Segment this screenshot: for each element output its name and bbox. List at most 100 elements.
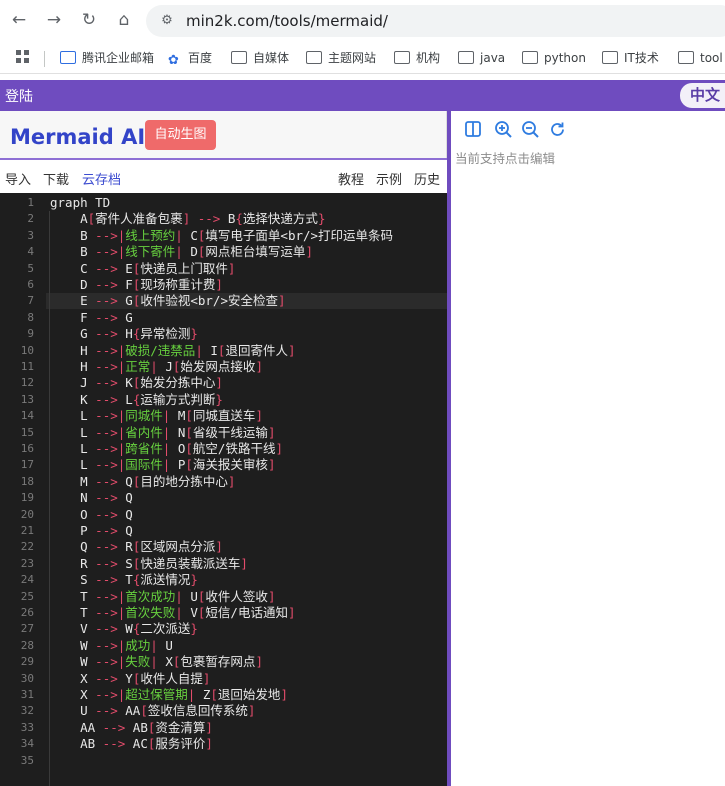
code-token: Q [125, 473, 133, 489]
code-token: N [170, 424, 186, 440]
code-line[interactable]: W -->|失败| X[包裹暂存网点] [50, 654, 263, 670]
code-token: Z [195, 687, 211, 702]
code-line[interactable]: C --> E[快递员上门取件] [50, 261, 235, 277]
menu-download[interactable]: 下载 [43, 169, 69, 188]
code-token: D [50, 277, 88, 292]
bookmark-folder-it[interactable]: IT技术 [602, 49, 659, 67]
code-line[interactable]: K --> L{运输方式判断} [50, 392, 223, 408]
code-line[interactable]: S --> T{派送情况} [50, 572, 198, 588]
code-editor[interactable]: 1 2 3 4 5 6 7 8 9 10 11 12 13 14 15 16 17 18 19 20 21 22 23 24 2… [0, 193, 447, 786]
code-line[interactable]: E --> G[收件验视<br/>安全检查] [50, 293, 285, 309]
forward-icon[interactable]: → [43, 9, 65, 31]
line-number: 31 [20, 688, 34, 701]
code-line[interactable]: P --> Q [50, 523, 133, 539]
code-token: L [50, 441, 88, 456]
back-icon[interactable]: ← [8, 9, 30, 31]
code-line[interactable]: H -->|正常| J[始发网点接收] [50, 359, 263, 375]
code-line[interactable]: V --> W{二次派送} [50, 621, 198, 637]
code-line[interactable]: N --> Q [50, 490, 133, 506]
brand-bar: Mermaid AI 自动生图 [0, 111, 447, 158]
code-token: { [235, 211, 243, 227]
code-line[interactable]: Q --> R[区域网点分派] [50, 539, 223, 555]
menu-examples[interactable]: 示例 [376, 169, 402, 188]
code-token: 线上预约 [125, 227, 176, 243]
bookmark-folder-media[interactable]: 自媒体 [231, 49, 289, 67]
code-token: --> [87, 244, 118, 260]
code-line[interactable]: L -->|省内件| N[省级干线运输] [50, 425, 275, 441]
bookmark-folder-python[interactable]: python [522, 49, 586, 67]
code-token: W [125, 621, 133, 637]
bookmark-tencent-mail[interactable]: 腾讯企业邮箱 [60, 49, 154, 67]
code-line[interactable]: J --> K[始发分拣中心] [50, 375, 223, 391]
menu-cloud-save[interactable]: 云存档 [82, 169, 121, 188]
refresh-icon[interactable] [547, 120, 567, 140]
code-token: ] [247, 703, 256, 719]
code-token: --> [87, 523, 126, 538]
code-line[interactable]: H -->|破损/违禁品| I[退回寄件人] [50, 343, 295, 359]
code-line[interactable]: T -->|首次失败| V[短信/电话通知] [50, 605, 295, 621]
code-line[interactable]: R --> S[快递员装载派送车] [50, 556, 248, 572]
code-line[interactable]: X --> Y[收件人自提] [50, 671, 210, 687]
code-token: 破损/违禁品 [125, 342, 196, 358]
line-number: 23 [20, 556, 34, 570]
reload-icon[interactable]: ↻ [78, 9, 100, 31]
folder-icon [678, 51, 694, 64]
address-bar[interactable]: ⚙ min2k.com/tools/mermaid/ [146, 5, 725, 37]
language-switch[interactable]: 中文 [680, 83, 725, 108]
code-token: 派送情况 [140, 572, 191, 588]
code-line[interactable]: W -->|成功| U [50, 638, 173, 654]
menu-import[interactable]: 导入 [5, 169, 31, 188]
code-token: 资金清算 [155, 719, 206, 735]
code-line[interactable]: G --> H{异常检测} [50, 326, 198, 342]
auto-generate-button[interactable]: 自动生图 [145, 120, 216, 150]
code-line[interactable]: D --> F[现场称重计费] [50, 277, 223, 293]
code-token: --> [87, 637, 118, 653]
code-token: 失败 [125, 654, 151, 670]
home-icon[interactable]: ⌂ [113, 9, 135, 31]
split-view-icon[interactable] [463, 120, 483, 140]
zoom-out-icon[interactable] [520, 120, 540, 140]
code-line[interactable]: X -->|超过保管期| Z[退回始发地] [50, 687, 288, 703]
apps-grid-icon[interactable] [15, 49, 31, 67]
code-line[interactable]: F --> G [50, 310, 133, 326]
code-line[interactable]: AA --> AB[资金清算] [50, 720, 213, 736]
bookmark-folder-org[interactable]: 机构 [394, 49, 440, 67]
code-line[interactable]: M --> Q[目的地分拣中心] [50, 474, 235, 490]
code-line[interactable]: A[寄件人准备包裹] --> B{选择快递方式} [50, 211, 325, 227]
code-line[interactable]: U --> AA[签收信息回传系统] [50, 703, 255, 719]
code-token: --> [87, 457, 118, 473]
menu-tutorial[interactable]: 教程 [338, 169, 364, 188]
line-number: 32 [20, 704, 34, 718]
code-line[interactable]: T -->|首次成功| U[收件人签收] [50, 589, 275, 605]
bookmarks-bar: 腾讯企业邮箱 ✿ 百度 自媒体 主题网站 机构 java python IT技术 … [0, 42, 725, 74]
code-token: 包裹暂存网点 [180, 654, 256, 670]
code-token: ] [202, 670, 211, 686]
site-settings-icon[interactable]: ⚙ [158, 12, 176, 30]
code-line[interactable]: B -->|线上预约| C[填写电子面单<br/>打印运单条码 [50, 228, 393, 244]
url-text[interactable]: min2k.com/tools/mermaid/ [186, 12, 388, 30]
menu-history[interactable]: 历史 [414, 169, 440, 188]
code-token: M [170, 408, 186, 424]
code-token: 始发网点接收 [180, 359, 256, 374]
zoom-in-icon[interactable] [493, 120, 513, 140]
code-line[interactable]: AB --> AC[服务评价] [50, 736, 213, 752]
code-token: ] [227, 473, 236, 489]
code-token: P [170, 457, 186, 473]
code-line[interactable]: L -->|跨省件| O[航空/铁路干线] [50, 441, 283, 457]
code-line[interactable]: B -->|线下寄件| D[网点柜台填写运单] [50, 244, 313, 260]
login-link[interactable]: 登陆 [5, 86, 33, 106]
code-token: H [50, 359, 88, 374]
bookmark-folder-java[interactable]: java [458, 49, 505, 67]
line-number: 9 [27, 327, 34, 341]
bookmark-folder-tool[interactable]: tool [678, 49, 723, 67]
bookmark-folder-themes[interactable]: 主题网站 [306, 49, 376, 67]
baidu-paw-icon: ✿ [168, 53, 179, 68]
code-token: --> [87, 227, 118, 243]
code-line[interactable]: O --> Q [50, 507, 133, 523]
bookmark-baidu[interactable]: ✿ 百度 [168, 49, 212, 67]
code-token: [ [140, 703, 148, 719]
code-token: AA [50, 719, 96, 735]
code-line[interactable]: L -->|国际件| P[海关报关审核] [50, 457, 275, 473]
code-line[interactable]: L -->|同城件| M[同城直送车] [50, 408, 263, 424]
code-line[interactable]: graph TD [50, 195, 110, 211]
